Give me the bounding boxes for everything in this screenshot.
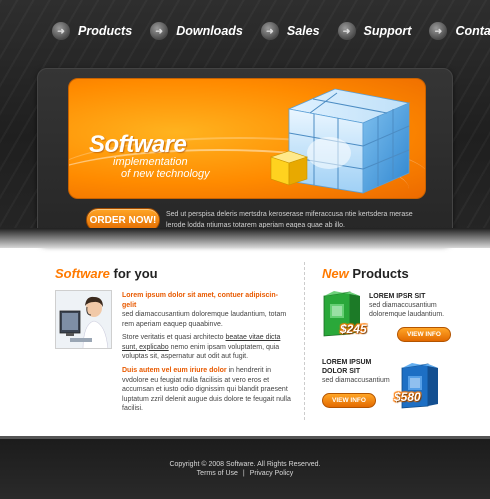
hero-banner: Software implementation of new technolog… [68, 78, 426, 199]
banner-subtitle-line1: implementation [113, 156, 188, 168]
arrow-bullet-icon: ➜ [429, 22, 448, 40]
arrow-bullet-icon: ➜ [150, 22, 169, 40]
banner-title: Software [89, 131, 187, 158]
product-info: LOREM IPSUM DOLOR SIT sed diamaccusantiu… [322, 358, 402, 385]
paragraph-2: Store veritatis et quasi architecto beat… [122, 333, 292, 362]
about-section: Software for you Lorem ipsum dolor sit a… [55, 266, 292, 412]
header: ➜ Products ➜ Downloads ➜ Sales ➜ Support… [0, 0, 490, 248]
nav-item-products[interactable]: ➜ Products [52, 22, 132, 40]
product-name: LOREM IPSUM [322, 359, 372, 366]
banner-panel: Software implementation of new technolog… [37, 68, 453, 244]
section-title-accent: New [322, 266, 349, 281]
arrow-bullet-icon: ➜ [337, 22, 356, 40]
section-title: Software for you [55, 266, 292, 281]
section-title-rest: Products [352, 266, 409, 281]
privacy-policy-link[interactable]: Privacy Policy [250, 470, 294, 477]
support-operator-icon [56, 291, 111, 348]
product-desc: sed diamaccusantium doloremque laudantiu… [369, 302, 445, 318]
intro-lead: Lorem ipsum dolor sit amet, contuer adip… [122, 292, 278, 309]
nav-item-sales[interactable]: ➜ Sales [260, 22, 320, 40]
nav-label: Products [78, 24, 133, 38]
arrow-bullet-icon: ➜ [52, 22, 70, 40]
product-desc: sed diamaccusantium [322, 377, 390, 384]
product-name: LOREM IPSR SIT [369, 293, 426, 300]
paragraph-3: Duis autem vel eum iriure dolor in hendr… [122, 366, 292, 414]
banner-description: Sed ut perspisa deleris mertsdra keroser… [166, 211, 413, 229]
terms-of-use-link[interactable]: Terms of Use [197, 470, 238, 477]
paragraph-3-lead: Duis autem vel eum iriure dolor [122, 367, 227, 374]
nav-item-contacts[interactable]: ➜ Contacts [429, 22, 490, 40]
view-info-button[interactable]: VIEW INFO [322, 393, 376, 408]
support-operator-photo [55, 290, 112, 349]
section-title-accent: Software [55, 266, 110, 281]
section-title-rest: for you [113, 266, 158, 281]
intro-paragraph: Lorem ipsum dolor sit amet, contuer adip… [122, 291, 292, 329]
product-name: DOLOR SIT [322, 368, 361, 375]
nav-item-support[interactable]: ➜ Support [337, 22, 412, 40]
footer-separator: | [242, 470, 245, 477]
main-nav: ➜ Products ➜ Downloads ➜ Sales ➜ Support… [52, 22, 490, 40]
footer: Copyright © 2008 Software. All Rights Re… [0, 436, 490, 499]
cube-illustration-icon [270, 88, 411, 194]
footer-copyright: Copyright © 2008 Software. All Rights Re… [169, 461, 321, 468]
nav-label: Support [363, 24, 412, 38]
nav-item-downloads[interactable]: ➜ Downloads [150, 22, 243, 40]
new-products-section: New Products $245 LOREM IPSR SIT sed dia… [322, 266, 452, 409]
product-price: $580 [394, 390, 421, 404]
paragraph-2-text: Store veritatis et quasi architecto [122, 334, 226, 341]
product-price: $245 [340, 322, 367, 336]
section-title: New Products [322, 266, 452, 281]
intro-text: sed diamaccusantium doloremque laudantiu… [122, 311, 287, 328]
nav-label: Sales [286, 24, 320, 38]
column-divider [304, 262, 305, 420]
banner-subtitle: implementation of new technology [113, 156, 210, 180]
view-info-button[interactable]: VIEW INFO [397, 327, 451, 342]
footer-links: Terms of Use | Privacy Policy [0, 470, 490, 477]
order-now-button[interactable]: ORDER NOW! [86, 208, 160, 232]
banner-subtitle-line2: of new technology [121, 168, 210, 180]
nav-label: Contacts [455, 24, 490, 38]
nav-label: Downloads [176, 24, 243, 38]
product-info: LOREM IPSR SIT sed diamaccusantium dolor… [369, 292, 454, 319]
arrow-bullet-icon: ➜ [260, 22, 279, 40]
